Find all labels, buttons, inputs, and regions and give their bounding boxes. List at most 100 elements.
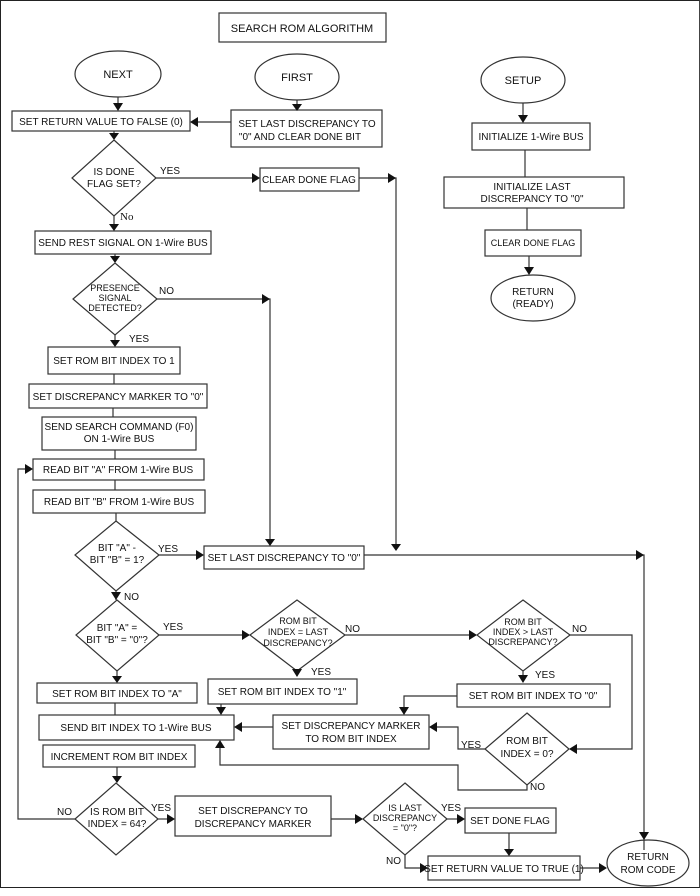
box-init-bus: INITIALIZE 1-Wire BUS <box>471 122 591 151</box>
arrowhead-down <box>110 256 120 263</box>
box-read-bit-b: READ BIT "B" FROM 1-Wire BUS <box>32 489 206 514</box>
decision-rom-bit-eq-0: ROM BIT INDEX = 0? <box>484 712 570 786</box>
decision-text: DETECTED? <box>88 303 142 313</box>
arrowhead-down <box>111 592 121 600</box>
arrowhead-down <box>524 267 534 275</box>
arrowhead-right <box>196 550 204 560</box>
terminal-return-rom-code: RETURN ROM CODE <box>606 839 690 887</box>
label-no: NO <box>345 624 360 635</box>
arrowhead-down <box>391 544 401 551</box>
box-set-return-true: SET RETURN VALUE TO TRUE (1) <box>424 855 584 881</box>
label-yes: YES <box>129 334 149 345</box>
box-text: READ BIT "A" FROM 1-Wire BUS <box>43 465 194 476</box>
terminal-return-rom-code-line1: RETURN <box>627 852 669 863</box>
box-text: SET DISCREPANCY TO <box>198 806 308 817</box>
decision-text: INDEX = LAST <box>268 627 329 637</box>
decision-bit-a-minus-b: BIT "A" - BIT "B" = 1? <box>74 520 160 592</box>
box-text: CLEAR DONE FLAG <box>262 175 356 186</box>
arrowhead-right <box>25 464 33 474</box>
arrowhead-right <box>355 814 363 824</box>
box-text: INCREMENT ROM BIT INDEX <box>51 752 188 763</box>
decision-text: IS LAST <box>388 803 422 813</box>
label-yes: YES <box>163 622 183 633</box>
decision-text: DISCREPANCY? <box>488 637 557 647</box>
box-set-disc-to-marker: SET DISCREPANCY TO DISCREPANCY MARKER <box>174 795 332 837</box>
terminal-setup-label: SETUP <box>505 75 542 87</box>
box-set-rom-bit-index-1: SET ROM BIT INDEX TO 1 <box>47 346 181 375</box>
box-text: SET RETURN VALUE TO FALSE (0) <box>19 117 183 128</box>
arrowhead-left <box>190 117 198 127</box>
box-set-rom-bit-index-quote0: SET ROM BIT INDEX TO "0" <box>456 683 611 708</box>
decision-text: = "0"? <box>393 823 417 833</box>
title-box: SEARCH ROM ALGORITHM <box>218 12 387 43</box>
arrowhead-right <box>242 630 250 640</box>
box-text: INITIALIZE 1-Wire BUS <box>478 132 583 143</box>
box-text: CLEAR DONE FLAG <box>491 238 576 248</box>
terminal-first: FIRST <box>254 53 340 101</box>
arrowhead-right <box>388 173 396 183</box>
arrowhead-right <box>469 630 477 640</box>
box-set-done-flag: SET DONE FLAG <box>464 807 557 834</box>
box-set-last-disc-clear-done: SET LAST DISCREPANCY TO "0" AND CLEAR DO… <box>230 109 383 148</box>
label-yes: YES <box>535 670 555 681</box>
box-increment-rom-bit: INCREMENT ROM BIT INDEX <box>42 744 196 768</box>
box-send-search-cmd: SEND SEARCH COMMAND (F0) ON 1-Wire BUS <box>41 416 197 451</box>
decision-text: INDEX > LAST <box>493 627 554 637</box>
decision-text: BIT "B" = 1? <box>90 555 145 566</box>
arrowhead-down <box>112 676 122 683</box>
arrowhead-down <box>112 776 122 783</box>
arrowhead-right <box>262 294 270 304</box>
arrowhead-down <box>518 675 528 683</box>
decision-last-disc-eq-0: IS LAST DISCREPANCY = "0"? <box>362 782 448 856</box>
box-clear-done-flag-setup: CLEAR DONE FLAG <box>484 229 582 257</box>
box-text: SET ROM BIT INDEX TO "A" <box>52 689 182 700</box>
terminal-return-ready: RETURN (READY) <box>490 274 576 322</box>
box-text: "0" AND CLEAR DONE BIT <box>239 132 361 143</box>
box-send-reset: SEND REST SIGNAL ON 1-Wire BUS <box>34 230 212 255</box>
decision-is-done-flag-set: IS DONE FLAG SET? <box>71 139 157 217</box>
flowchart: SEARCH ROM ALGORITHM NEXT FIRST SETUP RE… <box>11 12 690 887</box>
connector <box>359 177 397 548</box>
box-text: SET DISCREPANCY MARKER <box>282 721 421 732</box>
arrowhead-right <box>252 173 260 183</box>
label-no: NO <box>124 592 139 603</box>
decision-rom-bit-eq-last: ROM BIT INDEX = LAST DISCREPANCY? <box>249 599 347 672</box>
decision-text: BIT "A" - <box>98 543 136 554</box>
decision-text: BIT "A" = <box>97 623 138 634</box>
decision-text: DISCREPANCY? <box>263 638 332 648</box>
decision-text: DISCREPANCY <box>373 813 437 823</box>
decision-text: BIT "B" = "0"? <box>86 635 148 646</box>
arrowhead-right <box>457 814 465 824</box>
label-no: NO <box>57 807 72 818</box>
box-text: SET LAST DISCREPANCY TO <box>238 119 375 130</box>
box-text: SEND BIT INDEX TO 1-Wire BUS <box>60 723 211 734</box>
decision-rom-bit-gt-last: ROM BIT INDEX > LAST DISCREPANCY? <box>476 599 571 672</box>
box-set-last-disc-0: SET LAST DISCREPANCY TO "0" <box>203 545 365 570</box>
box-clear-done-flag-main: CLEAR DONE FLAG <box>259 167 360 192</box>
arrowhead-up <box>215 740 225 748</box>
arrowhead-down <box>504 849 514 856</box>
arrowhead-left <box>429 722 437 732</box>
decision-text: FLAG SET? <box>87 179 141 190</box>
decision-text: SIGNAL <box>98 293 131 303</box>
label-yes: YES <box>311 667 331 678</box>
box-set-return-false: SET RETURN VALUE TO FALSE (0) <box>11 110 191 132</box>
decision-text: INDEX = 0? <box>500 749 554 760</box>
arrowhead-down <box>265 539 275 546</box>
arrowhead-down <box>109 133 119 140</box>
connector <box>403 695 457 712</box>
label-yes: YES <box>160 166 180 177</box>
label-no: No <box>120 211 134 223</box>
decision-text: ROM BIT <box>279 616 317 626</box>
decision-text: INDEX = 64? <box>88 819 147 830</box>
box-text: READ BIT "B" FROM 1-Wire BUS <box>44 497 195 508</box>
terminal-return-ready-line2: (READY) <box>512 299 553 310</box>
arrowhead-right <box>167 814 175 824</box>
arrowhead-down <box>399 707 409 715</box>
label-no: NO <box>386 856 401 867</box>
decision-text: PRESENCE <box>90 283 140 293</box>
decision-text: ROM BIT <box>506 736 548 747</box>
label-yes: YES <box>441 803 461 814</box>
arrowhead-down <box>518 115 528 123</box>
decision-presence-detected: PRESENCE SIGNAL DETECTED? <box>72 262 158 336</box>
